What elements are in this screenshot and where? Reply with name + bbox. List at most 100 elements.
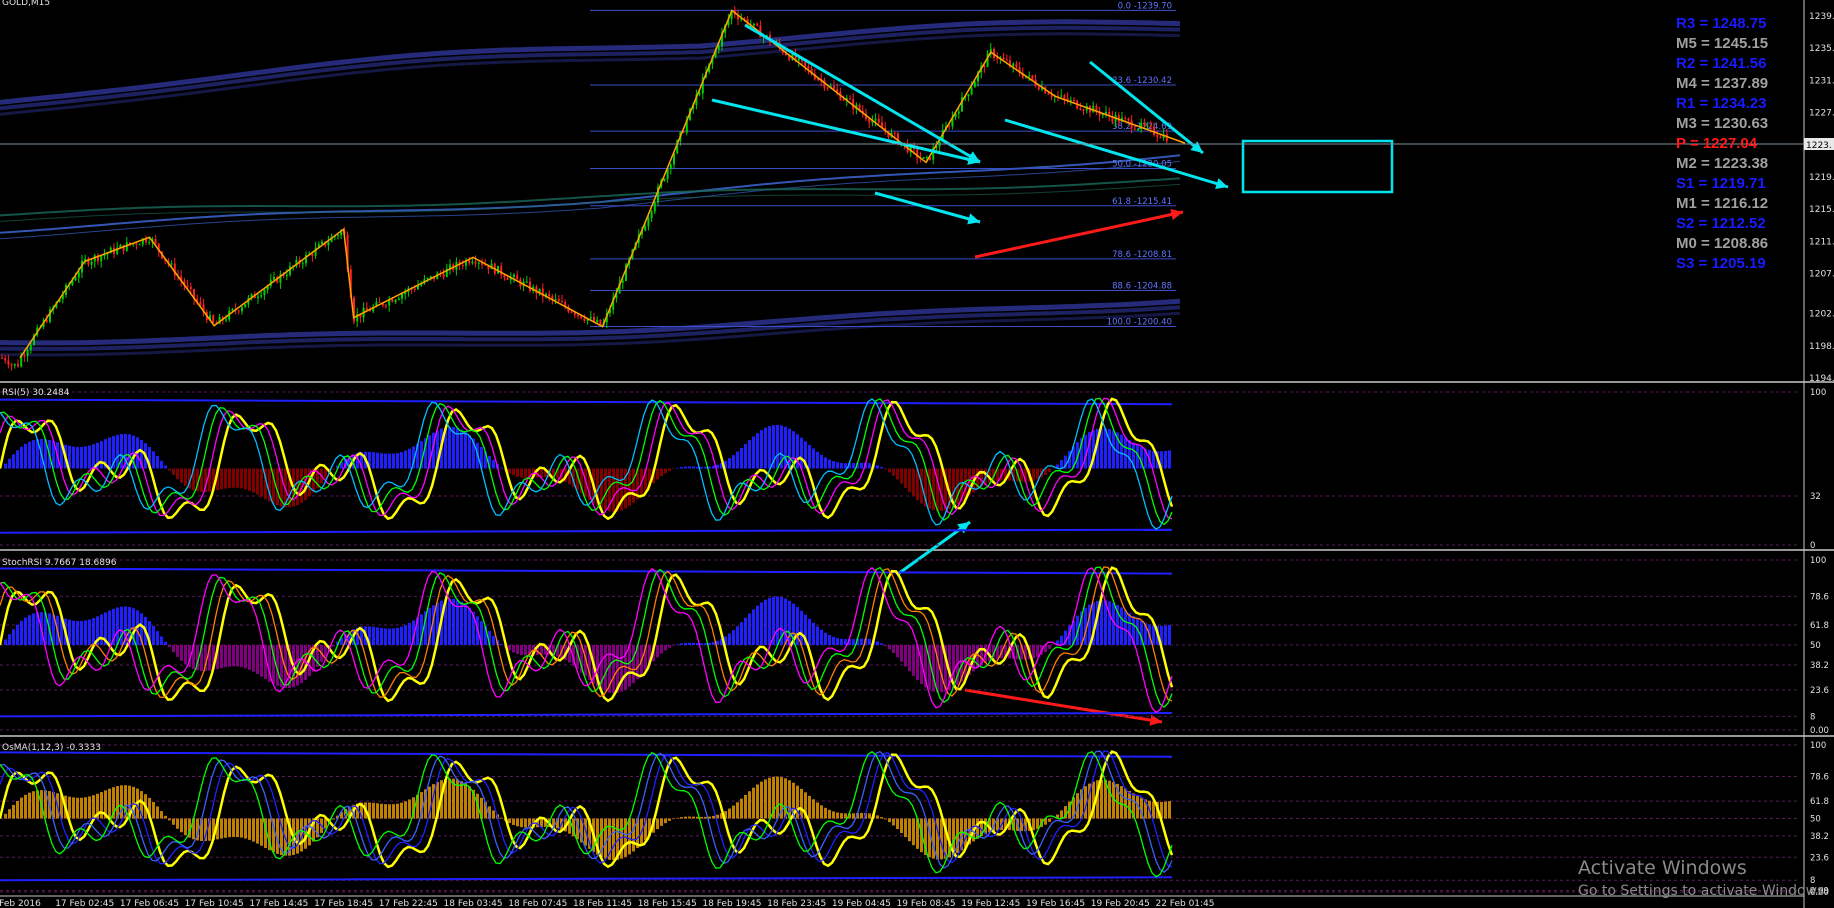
histogram-bar <box>752 609 755 645</box>
histogram-bar <box>776 424 779 469</box>
activate-windows-watermark: Activate Windows Go to Settings to activ… <box>1578 857 1829 899</box>
histogram-bar <box>632 468 635 503</box>
histogram-bar <box>236 468 239 488</box>
histogram-bar <box>836 638 839 645</box>
pane-level-label: 8 <box>1810 712 1815 722</box>
histogram-bar <box>180 645 183 661</box>
histogram-bar <box>748 613 751 645</box>
histogram-bar <box>1060 460 1063 469</box>
histogram-bar <box>692 466 695 469</box>
histogram-bar <box>392 804 395 819</box>
time-tick-label: 19 Feb 16:45 <box>1026 899 1085 908</box>
histogram-bar <box>816 626 819 645</box>
histogram-bar <box>840 638 843 645</box>
histogram-bar <box>8 458 11 469</box>
candle-body <box>1143 122 1146 127</box>
histogram-bar <box>660 468 663 477</box>
histogram-bar <box>1060 810 1063 819</box>
candle-body <box>717 45 720 50</box>
histogram-bar <box>8 809 11 819</box>
candle-body <box>378 301 381 303</box>
candle-body <box>970 87 973 95</box>
candle-body <box>1079 108 1082 110</box>
histogram-bar <box>1164 801 1167 819</box>
histogram-bar <box>520 645 523 656</box>
histogram-bar <box>760 602 763 645</box>
price-tick-label: 1202. <box>1809 310 1834 320</box>
histogram-bar <box>740 798 743 819</box>
candle-body <box>650 211 653 218</box>
histogram-bar <box>408 622 411 645</box>
candle-body <box>836 88 839 92</box>
histogram-bar <box>80 620 83 645</box>
histogram-bar <box>604 818 607 859</box>
histogram-bar <box>836 462 839 469</box>
histogram-bar <box>628 645 631 687</box>
histogram-bar <box>404 801 407 819</box>
histogram-bar <box>392 453 395 469</box>
price-tick-label: 1198. <box>1809 342 1834 352</box>
histogram-bar <box>448 598 451 645</box>
histogram-bar <box>176 645 179 657</box>
histogram-bar <box>256 818 259 844</box>
candle-body <box>583 318 586 321</box>
price-tick-label: 1227. <box>1809 109 1834 119</box>
histogram-bar <box>180 818 183 833</box>
candle-body <box>138 244 141 246</box>
candle-body <box>1159 136 1162 139</box>
histogram-bar <box>252 468 255 493</box>
rsi-pane: 100 32 0 <box>0 388 1826 551</box>
candle-body <box>621 280 624 283</box>
histogram-bar <box>884 818 887 820</box>
histogram-bar <box>332 645 335 647</box>
histogram-bar <box>712 815 715 819</box>
candle-body <box>1005 59 1008 61</box>
pane-level-label: 23.6 <box>1810 686 1829 696</box>
time-tick-label: 18 Feb 19:45 <box>702 899 761 908</box>
candle-body <box>557 299 560 302</box>
target-zone-box[interactable] <box>1241 139 1394 194</box>
histogram-bar <box>852 463 855 469</box>
histogram-bar <box>680 643 683 645</box>
histogram-bar <box>700 643 703 645</box>
histogram-bar <box>72 797 75 819</box>
histogram-bar <box>160 460 163 469</box>
histogram-bar <box>396 453 399 469</box>
histogram-bar <box>168 645 171 648</box>
histogram-bar <box>12 804 15 819</box>
histogram-bar <box>28 792 31 819</box>
histogram-bar <box>604 645 607 692</box>
histogram-bar <box>828 809 831 819</box>
histogram-bar <box>240 645 243 668</box>
candle-body <box>663 178 666 181</box>
histogram-bar <box>468 435 471 469</box>
time-tick-label: Feb 2016 <box>0 899 41 908</box>
pivot-r3: R3 = 1248.75 <box>1676 15 1767 32</box>
histogram-bar <box>1060 635 1063 645</box>
histogram-bar <box>1108 780 1111 819</box>
candle-body <box>10 364 13 366</box>
histogram-bar <box>820 805 823 819</box>
pivot-levels: R3 = 1248.75 M5 = 1245.15 R2 = 1241.56 M… <box>1676 14 1768 274</box>
histogram-bar <box>768 426 771 469</box>
candle-body <box>957 111 960 114</box>
histogram-bar <box>232 468 235 488</box>
histogram-bar <box>832 461 835 469</box>
candle-body <box>1 357 3 359</box>
candle-body <box>842 99 845 101</box>
candle-body <box>413 288 416 290</box>
histogram-bar <box>32 613 35 645</box>
candle-body <box>1047 93 1050 95</box>
price-chart[interactable]: 0.0 -1239.7023.6 -1230.4238.2 -1224.6950… <box>0 0 1834 908</box>
candle-body <box>135 243 138 245</box>
histogram-bar <box>252 818 255 842</box>
histogram-bar <box>876 815 879 819</box>
histogram-bar <box>516 645 519 655</box>
histogram-bar <box>524 818 527 828</box>
histogram-bar <box>460 601 463 645</box>
pivot-m2: M2 = 1223.38 <box>1676 155 1769 172</box>
histogram-bar <box>1108 601 1111 645</box>
band-line <box>0 528 1173 534</box>
histogram-bar <box>728 808 731 819</box>
histogram-bar <box>844 463 847 469</box>
